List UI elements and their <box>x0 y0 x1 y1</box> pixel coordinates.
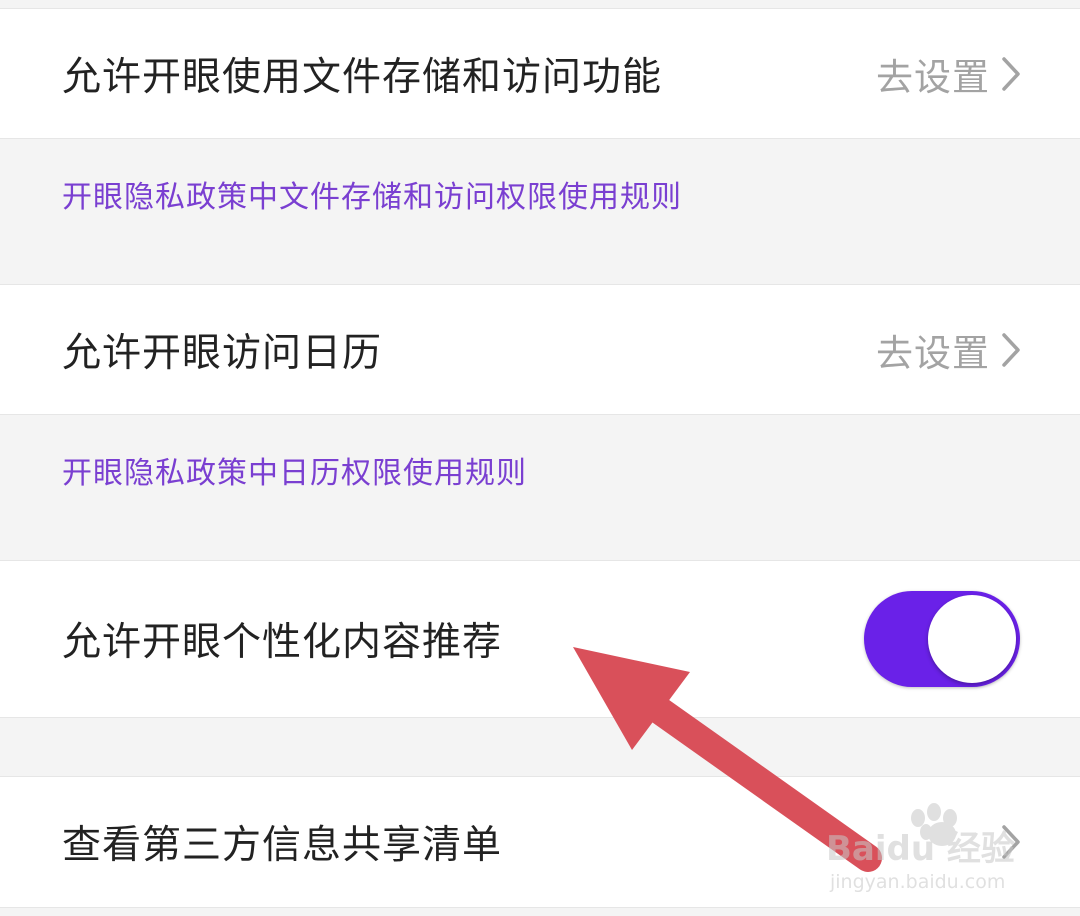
go-settings-file-storage[interactable]: 去设置 <box>876 47 1022 101</box>
go-settings-calendar[interactable]: 去设置 <box>876 323 1022 377</box>
baidu-watermark: Baidu 经验 jingyan.baidu.com <box>826 803 1015 893</box>
watermark-url: jingyan.baidu.com <box>829 871 1005 893</box>
watermark-logo-text: Baidu 经验 <box>826 829 1015 869</box>
setting-row-file-storage[interactable]: 允许开眼使用文件存储和访问功能 去设置 <box>0 8 1080 139</box>
setting-row-calendar[interactable]: 允许开眼访问日历 去设置 <box>0 284 1080 415</box>
personalized-toggle-switch[interactable] <box>864 591 1020 687</box>
setting-label-calendar: 允许开眼访问日历 <box>62 330 383 376</box>
chevron-right-icon <box>1000 56 1022 92</box>
policy-link-calendar[interactable]: 开眼隐私政策中日历权限使用规则 <box>62 448 527 492</box>
setting-label-file-storage: 允许开眼使用文件存储和访问功能 <box>62 54 663 100</box>
policy-link-file-storage[interactable]: 开眼隐私政策中文件存储和访问权限使用规则 <box>62 172 682 216</box>
setting-label-personalized: 允许开眼个性化内容推荐 <box>62 620 503 665</box>
go-settings-label: 去设置 <box>876 331 990 375</box>
go-settings-label: 去设置 <box>876 55 990 99</box>
setting-row-personalized: 允许开眼个性化内容推荐 <box>0 560 1080 718</box>
toggle-knob <box>928 595 1016 683</box>
chevron-right-icon <box>1000 332 1022 368</box>
setting-label-third-party: 查看第三方信息共享清单 <box>62 823 503 868</box>
